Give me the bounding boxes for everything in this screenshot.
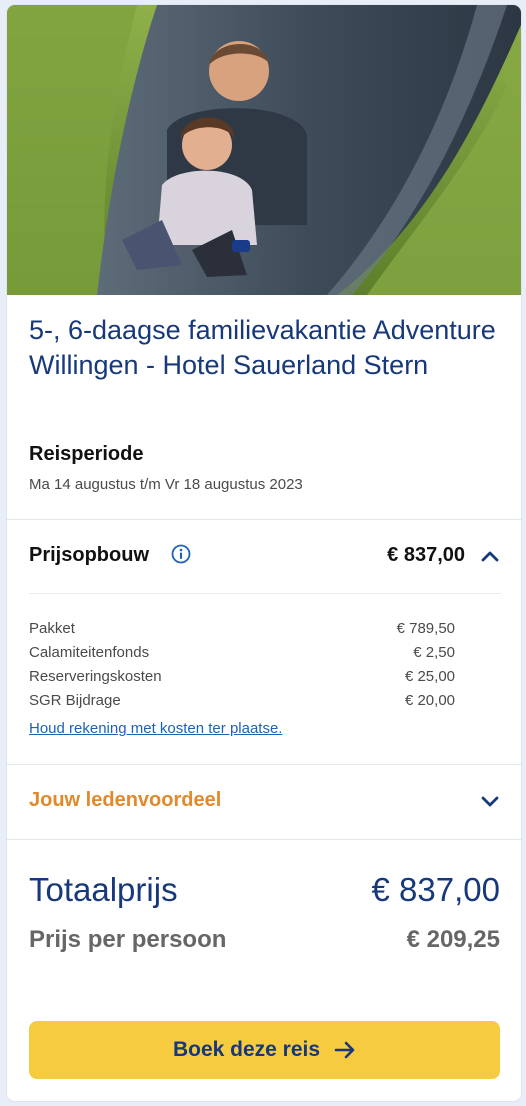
price-breakdown-list: Pakket € 789,50 Calamiteitenfonds € 2,50… — [29, 617, 455, 713]
breakdown-row: Calamiteitenfonds € 2,50 — [29, 641, 455, 665]
info-icon[interactable] — [171, 544, 191, 564]
arrow-right-icon — [334, 1041, 356, 1059]
breakdown-label: Pakket — [29, 620, 75, 637]
breakdown-label: Reserveringskosten — [29, 668, 162, 685]
book-trip-label: Boek deze reis — [172, 1038, 321, 1061]
total-price-value: € 837,00 — [371, 871, 500, 908]
breakdown-label: Calamiteitenfonds — [29, 644, 150, 661]
breakdown-value: € 789,50 — [396, 620, 455, 637]
trip-title: 5-, 6-daagse familievakantie Adventure W… — [29, 315, 496, 380]
price-per-person-value: € 209,25 — [406, 926, 500, 953]
period-label: Reisperiode — [29, 443, 144, 465]
period-value: Ma 14 augustus t/m Vr 18 augustus 2023 — [29, 476, 303, 493]
family-slide-photo — [7, 5, 521, 295]
divider — [7, 764, 521, 765]
hero-image — [7, 5, 521, 295]
divider — [7, 519, 521, 520]
price-breakdown-total: € 837,00 — [387, 544, 465, 566]
breakdown-value: € 25,00 — [404, 668, 455, 685]
breakdown-row: Reserveringskosten € 25,00 — [29, 665, 455, 689]
divider — [7, 839, 521, 840]
divider — [29, 593, 501, 594]
price-breakdown-label: Prijsopbouw — [29, 544, 149, 566]
breakdown-value: € 2,50 — [413, 644, 455, 661]
local-costs-link[interactable]: Houd rekening met kosten ter plaatse. — [29, 720, 282, 737]
price-per-person-label: Prijs per persoon — [29, 926, 227, 953]
member-benefit-label: Jouw ledenvoordeel — [29, 789, 222, 811]
breakdown-label: SGR Bijdrage — [29, 692, 121, 709]
chevron-down-icon[interactable] — [479, 790, 501, 812]
book-trip-button[interactable]: Boek deze reis — [29, 1021, 500, 1079]
total-price-label: Totaalprijs — [29, 871, 178, 908]
trip-summary-card: 5-, 6-daagse familievakantie Adventure W… — [7, 5, 521, 1101]
breakdown-value: € 20,00 — [404, 692, 455, 709]
breakdown-row: SGR Bijdrage € 20,00 — [29, 689, 455, 713]
breakdown-row: Pakket € 789,50 — [29, 617, 455, 641]
chevron-up-icon[interactable] — [479, 545, 501, 567]
